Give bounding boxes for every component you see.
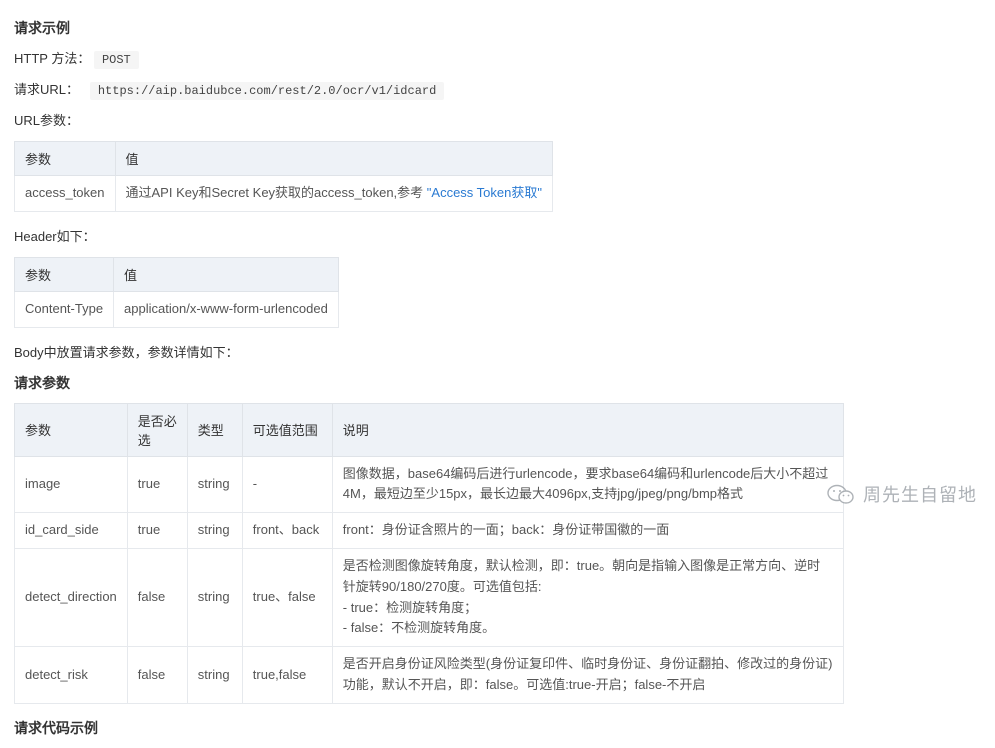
- body-note: Body中放置请求参数，参数详情如下：: [14, 342, 981, 361]
- col-param: 参数: [15, 142, 116, 176]
- header-table: 参数 值 Content-Type application/x-www-form…: [14, 257, 339, 328]
- cell-value: 通过API Key和Secret Key获取的access_token,参考 "…: [115, 176, 552, 212]
- cell-param: detect_risk: [15, 647, 128, 704]
- col-value: 值: [114, 257, 339, 291]
- col-value: 值: [115, 142, 552, 176]
- url-params-table: 参数 值 access_token 通过API Key和Secret Key获取…: [14, 141, 553, 212]
- request-url-value: https://aip.baidubce.com/rest/2.0/ocr/v1…: [90, 82, 444, 100]
- request-params-table: 参数 是否必选 类型 可选值范围 说明 image true string - …: [14, 403, 844, 704]
- cell-desc: 是否开启身份证风险类型(身份证复印件、临时身份证、身份证翻拍、修改过的身份证)功…: [332, 647, 843, 704]
- col-required: 是否必选: [127, 403, 187, 456]
- cell-param: Content-Type: [15, 291, 114, 327]
- table-row: id_card_side true string front、back fron…: [15, 513, 844, 549]
- cell-type: string: [187, 548, 242, 646]
- col-param: 参数: [15, 257, 114, 291]
- http-method-label: HTTP 方法：: [14, 48, 90, 67]
- request-url-row: 请求URL： https://aip.baidubce.com/rest/2.0…: [14, 79, 981, 98]
- table-row: Content-Type application/x-www-form-urle…: [15, 291, 339, 327]
- cell-required: false: [127, 647, 187, 704]
- col-desc: 说明: [332, 403, 843, 456]
- cell-value: application/x-www-form-urlencoded: [114, 291, 339, 327]
- cell-required: true: [127, 456, 187, 513]
- cell-type: string: [187, 456, 242, 513]
- cell-param: detect_direction: [15, 548, 128, 646]
- cell-text: 通过API Key和Secret Key获取的access_token,参考: [126, 185, 424, 200]
- section-title-request-params: 请求参数: [14, 373, 981, 393]
- cell-param: id_card_side: [15, 513, 128, 549]
- watermark: 周先生自留地: [827, 481, 977, 507]
- request-url-label: 请求URL：: [14, 79, 79, 98]
- access-token-link[interactable]: "Access Token获取": [427, 185, 542, 200]
- cell-range: -: [242, 456, 332, 513]
- cell-range: front、back: [242, 513, 332, 549]
- table-row: image true string - 图像数据，base64编码后进行urle…: [15, 456, 844, 513]
- watermark-text: 周先生自留地: [863, 481, 977, 507]
- cell-param: image: [15, 456, 128, 513]
- header-heading: Header如下：: [14, 226, 981, 245]
- table-header-row: 参数 值: [15, 142, 553, 176]
- section-title-code-example: 请求代码示例: [14, 718, 981, 738]
- table-row: detect_direction false string true、false…: [15, 548, 844, 646]
- col-range: 可选值范围: [242, 403, 332, 456]
- cell-required: false: [127, 548, 187, 646]
- table-header-row: 参数 是否必选 类型 可选值范围 说明: [15, 403, 844, 456]
- wechat-icon: [827, 482, 855, 506]
- table-row: access_token 通过API Key和Secret Key获取的acce…: [15, 176, 553, 212]
- url-params-heading: URL参数：: [14, 110, 981, 129]
- table-header-row: 参数 值: [15, 257, 339, 291]
- cell-required: true: [127, 513, 187, 549]
- cell-desc: 是否检测图像旋转角度，默认检测，即：true。朝向是指输入图像是正常方向、逆时针…: [332, 548, 843, 646]
- col-type: 类型: [187, 403, 242, 456]
- cell-range: true、false: [242, 548, 332, 646]
- cell-desc: 图像数据，base64编码后进行urlencode，要求base64编码和url…: [332, 456, 843, 513]
- http-method-value: POST: [94, 51, 139, 69]
- cell-range: true,false: [242, 647, 332, 704]
- cell-param: access_token: [15, 176, 116, 212]
- cell-type: string: [187, 647, 242, 704]
- cell-desc: front：身份证含照片的一面；back：身份证带国徽的一面: [332, 513, 843, 549]
- col-param: 参数: [15, 403, 128, 456]
- cell-type: string: [187, 513, 242, 549]
- http-method-row: HTTP 方法： POST: [14, 48, 981, 67]
- table-row: detect_risk false string true,false 是否开启…: [15, 647, 844, 704]
- section-title-request-example: 请求示例: [14, 18, 981, 38]
